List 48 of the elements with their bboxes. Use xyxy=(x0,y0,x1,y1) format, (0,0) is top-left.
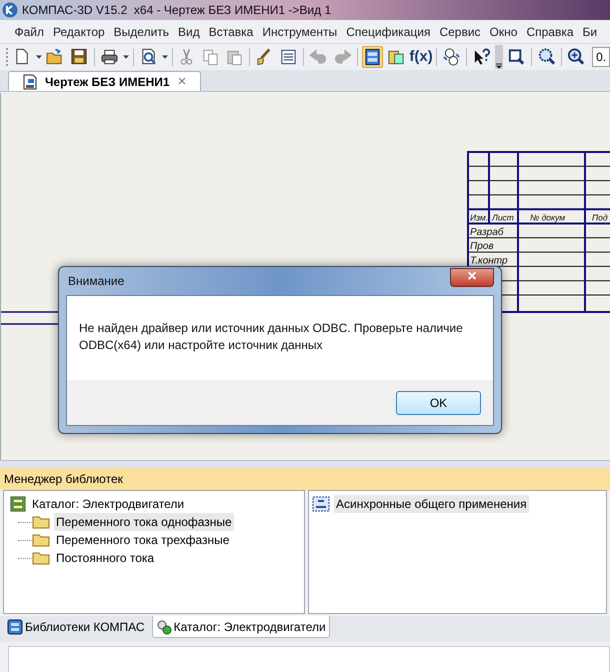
chevron-icon[interactable] xyxy=(496,63,502,69)
list-item[interactable]: Асинхронные общего применения xyxy=(334,495,529,513)
menu-item[interactable]: Би xyxy=(578,22,602,40)
folder-icon[interactable] xyxy=(32,551,50,565)
dialog-title: Внимание xyxy=(67,273,124,290)
menu-item[interactable]: Инструменты xyxy=(258,22,342,40)
menu-item[interactable]: Редактор xyxy=(48,22,110,40)
menu-item[interactable]: Выделить xyxy=(109,22,174,40)
row-label: Т.контр xyxy=(470,255,508,266)
tree-item[interactable]: Переменного тока трехфазные xyxy=(54,531,232,549)
app-logo-icon xyxy=(2,2,18,18)
column-header: Под xyxy=(592,212,608,222)
drawing-document-icon[interactable] xyxy=(23,74,37,90)
window-title: КОМПАС-3D V15.2 x64 - Чертеж БЕЗ ИМЕНИ1 ->Вид 1 xyxy=(22,2,332,19)
library-icon[interactable] xyxy=(7,619,23,635)
component-icon[interactable] xyxy=(312,496,330,512)
tree-item[interactable]: Постоянного тока xyxy=(54,549,156,567)
folder-icon[interactable] xyxy=(32,533,50,547)
tree-item[interactable]: Переменного тока однофазные xyxy=(54,513,234,531)
menu-item[interactable]: Файл xyxy=(10,22,49,40)
dropdown-arrow-icon[interactable] xyxy=(162,54,168,60)
menu-item[interactable]: Сервис xyxy=(434,22,486,40)
column-header: № докум xyxy=(530,212,566,222)
library-tab[interactable]: Каталог: Электродвигатели xyxy=(152,616,330,638)
dialog-message: Не найден драйвер или источник данных ODBC. Проверьте наличие ODBC(x64) или настройте источник данных xyxy=(67,296,493,380)
menu-item[interactable]: Вид xyxy=(174,22,204,40)
row-label: Разраб xyxy=(470,226,504,238)
toolbar-overflow-button[interactable] xyxy=(494,45,504,69)
row-label: Пров xyxy=(470,241,494,252)
tree-item[interactable]: Каталог: Электродвигатели xyxy=(30,495,186,513)
panel-title: Менеджер библиотек xyxy=(4,471,123,488)
scale-field[interactable]: 0. xyxy=(592,47,610,67)
ok-button[interactable]: OK xyxy=(396,390,481,414)
formula-button[interactable]: f(x) xyxy=(410,46,432,68)
library-tab[interactable]: Библиотеки КОМПАС xyxy=(4,616,148,638)
catalog-icon[interactable] xyxy=(10,496,26,512)
menu-item[interactable]: Спецификация xyxy=(342,22,435,40)
column-header: Лист xyxy=(492,212,514,222)
folder-icon[interactable] xyxy=(32,515,50,529)
menu-item[interactable]: Окно xyxy=(485,22,522,40)
close-button[interactable]: × xyxy=(178,74,186,89)
tab-label: Чертеж БЕЗ ИМЕНИ1 xyxy=(45,74,170,90)
menu-item[interactable]: Вставка xyxy=(204,22,258,40)
dropdown-arrow-icon[interactable] xyxy=(36,54,42,60)
column-header: Изм. xyxy=(470,212,488,222)
menu-item[interactable]: Справка xyxy=(522,22,578,40)
dropdown-arrow-icon[interactable] xyxy=(122,54,129,60)
document-tab[interactable]: Чертеж БЕЗ ИМЕНИ1 × xyxy=(8,71,202,91)
